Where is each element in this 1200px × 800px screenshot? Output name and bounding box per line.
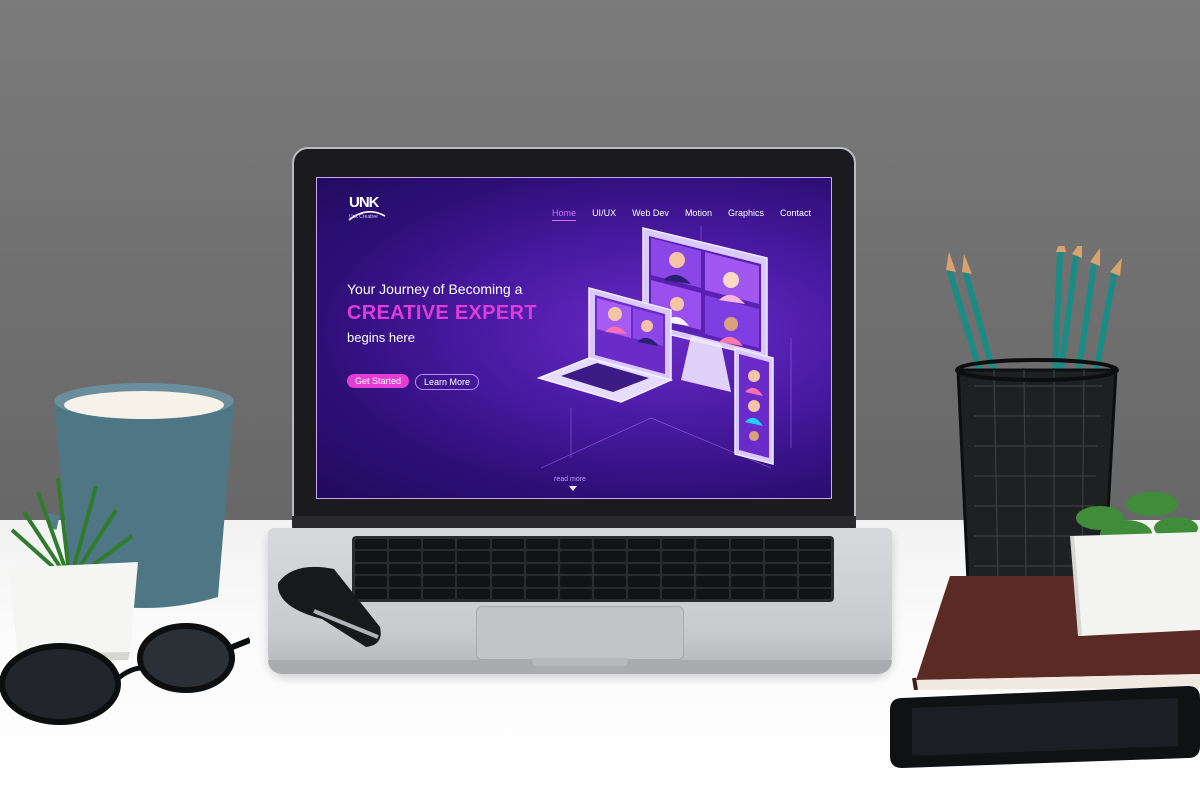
keyboard-key	[696, 576, 729, 587]
potted-succulent-right	[1070, 492, 1200, 637]
keyboard-key	[628, 576, 661, 587]
isometric-laptop-icon	[536, 287, 674, 403]
keyboard-key	[798, 576, 831, 587]
keyboard-key	[457, 588, 490, 599]
keyboard-key	[730, 576, 763, 587]
keyboard-key	[764, 576, 797, 587]
keyboard-key	[559, 588, 592, 599]
learn-more-button[interactable]: Learn More	[415, 374, 480, 390]
keyboard-key	[559, 539, 592, 550]
keyboard-key	[491, 563, 524, 575]
keyboard-key	[423, 576, 456, 587]
keyboard-key	[730, 539, 763, 550]
keyboard-key	[423, 563, 456, 575]
keyboard-key	[423, 539, 456, 550]
keyboard-key	[593, 539, 627, 550]
keyboard-key	[696, 539, 729, 550]
keyboard-key	[593, 588, 627, 599]
keyboard-key	[628, 551, 661, 562]
keyboard-key	[628, 539, 661, 550]
keyboard-key	[423, 588, 456, 599]
keyboard-key	[559, 551, 592, 562]
keyboard-key	[525, 576, 558, 587]
keyboard-key	[696, 563, 729, 575]
sunglasses	[0, 623, 250, 725]
keyboard-key	[593, 551, 627, 562]
laptop-trackpad	[476, 606, 684, 660]
stapler	[277, 566, 381, 647]
keyboard-key	[491, 588, 524, 599]
keyboard-key	[389, 551, 422, 562]
keyboard-key	[764, 563, 797, 575]
laptop-keyboard	[352, 536, 834, 602]
keyboard-key	[662, 576, 695, 587]
keyboard-key	[764, 551, 797, 562]
keyboard-key	[525, 539, 558, 550]
keyboard-key	[798, 563, 831, 575]
keyboard-key	[593, 576, 627, 587]
keyboard-key	[525, 551, 558, 562]
hero-line-3: begins here	[347, 330, 415, 345]
keyboard-key	[662, 551, 695, 562]
logo-subtitle: Unk Creative	[349, 214, 378, 220]
hero-line-1: Your Journey of Becoming a	[347, 281, 523, 297]
laptop-opening-notch	[532, 658, 628, 666]
keyboard-key	[491, 551, 524, 562]
keyboard-key	[389, 563, 422, 575]
smartphone-on-desk	[890, 686, 1200, 768]
keyboard-key	[730, 551, 763, 562]
keyboard-key	[457, 539, 490, 550]
keyboard-key	[457, 551, 490, 562]
logo-mark: UNK	[349, 194, 379, 211]
keyboard-key	[457, 563, 490, 575]
keyboard-key	[389, 588, 422, 599]
keyboard-key	[798, 588, 831, 599]
keyboard-key	[559, 576, 592, 587]
keyboard-key	[628, 588, 661, 599]
keyboard-key	[491, 539, 524, 550]
keyboard-key	[662, 563, 695, 575]
keyboard-key	[525, 588, 558, 599]
keyboard-key	[730, 563, 763, 575]
keyboard-key	[457, 576, 490, 587]
keyboard-key	[696, 588, 729, 599]
get-started-button[interactable]: Get Started	[347, 374, 410, 388]
keyboard-key	[593, 563, 627, 575]
keyboard-key	[662, 588, 695, 599]
keyboard-key	[525, 563, 558, 575]
keyboard-key	[355, 539, 388, 550]
keyboard-key	[559, 563, 592, 575]
hero-headline: CREATIVE EXPERT	[347, 302, 537, 324]
keyboard-key	[389, 576, 422, 587]
keyboard-key	[798, 551, 831, 562]
video-conference-devices-illustration	[536, 226, 792, 469]
keyboard-key	[764, 539, 797, 550]
keyboard-key	[491, 576, 524, 587]
keyboard-key	[798, 539, 831, 550]
keyboard-key	[730, 588, 763, 599]
keyboard-key	[764, 588, 797, 599]
keyboard-key	[662, 539, 695, 550]
isometric-phone-icon	[734, 347, 774, 465]
keyboard-key	[423, 551, 456, 562]
keyboard-key	[389, 539, 422, 550]
keyboard-key	[696, 551, 729, 562]
keyboard-key	[628, 563, 661, 575]
website-screen: UNK Unk Creative Home UI/UX Web Dev Moti…	[316, 177, 832, 499]
